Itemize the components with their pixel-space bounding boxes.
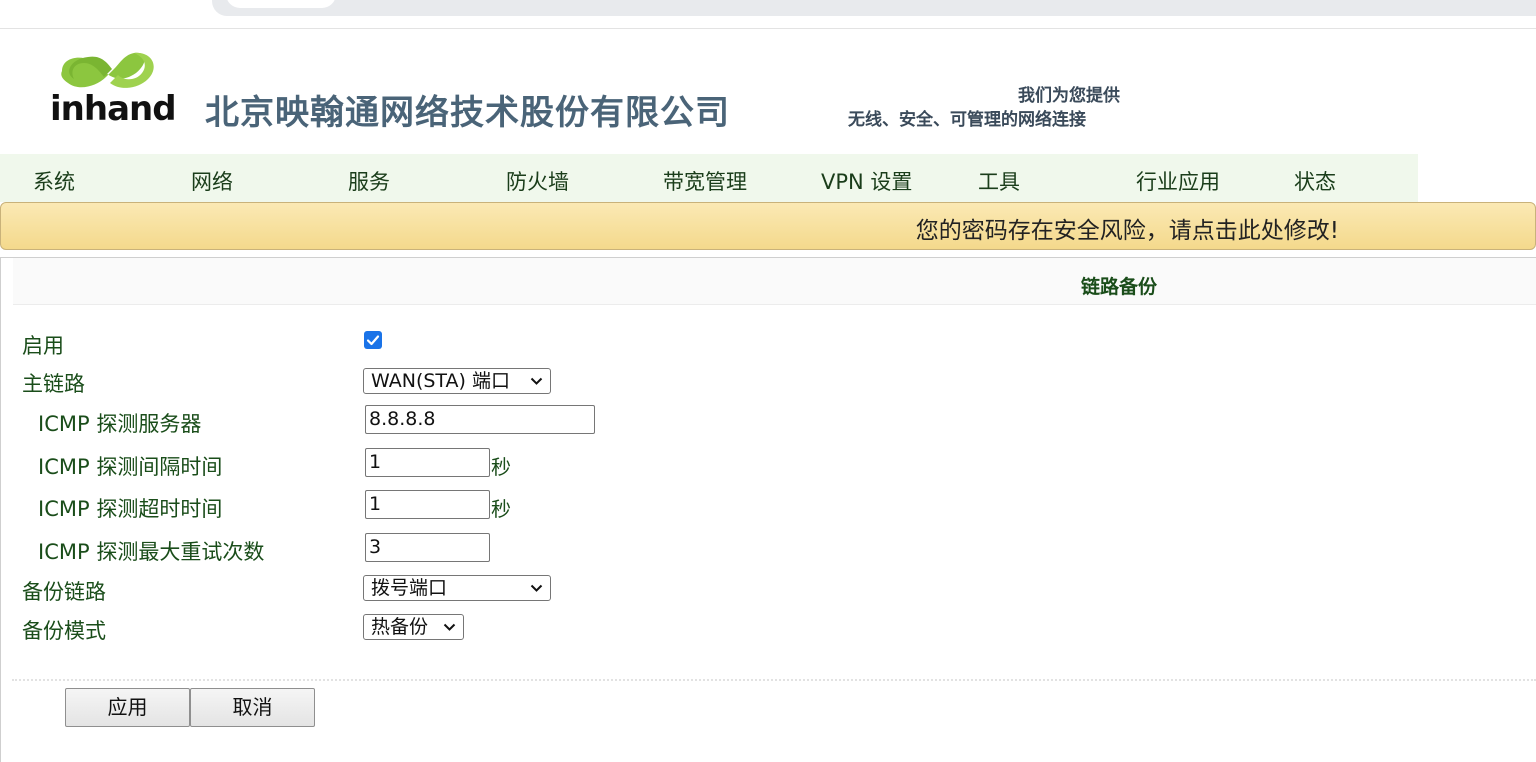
content-panel: 链路备份 <box>0 257 1536 762</box>
apply-button[interactable]: 应用 <box>65 688 190 727</box>
nav-item-vpn[interactable]: VPN 设置 <box>821 166 912 196</box>
nav-item-system[interactable]: 系统 <box>33 166 75 196</box>
icmp-retries-label: ICMP 探测最大重试次数 <box>38 540 265 564</box>
password-warning-banner: 您的密码存在安全风险，请点击此处修改! <box>0 202 1536 250</box>
icmp-interval-input[interactable]: 1 <box>365 448 490 477</box>
chevron-down-icon <box>530 584 543 592</box>
browser-omnibox[interactable] <box>212 0 1536 16</box>
browser-tab[interactable] <box>226 0 336 8</box>
nav-item-firewall[interactable]: 防火墙 <box>506 166 569 196</box>
nav-item-services[interactable]: 服务 <box>348 166 390 196</box>
primary-link-value: WAN(STA) 端口 <box>371 370 511 392</box>
nav-item-status[interactable]: 状态 <box>1294 166 1336 196</box>
nav-item-industry-apps[interactable]: 行业应用 <box>1136 166 1220 196</box>
slogan-line-2: 无线、安全、可管理的网络连接 <box>848 110 1086 130</box>
primary-link-label: 主链路 <box>22 372 85 396</box>
page-title: 链路备份 <box>1081 276 1158 298</box>
icmp-server-label: ICMP 探测服务器 <box>38 412 202 436</box>
nav-item-network[interactable]: 网络 <box>191 166 233 196</box>
icmp-timeout-input[interactable]: 1 <box>365 490 490 519</box>
logo-wordmark: inhand <box>50 89 177 129</box>
icmp-retries-input[interactable]: 3 <box>365 533 490 562</box>
page-header: inhand 北京映翰通网络技术股份有限公司 我们为您提供 无线、安全、可管理的… <box>0 29 1536 153</box>
enable-checkbox[interactable] <box>364 331 382 349</box>
icmp-timeout-unit: 秒 <box>491 497 511 521</box>
nav-item-tools[interactable]: 工具 <box>978 166 1020 196</box>
primary-link-select[interactable]: WAN(STA) 端口 <box>363 368 551 394</box>
main-nav: 系统 网络 服务 防火墙 带宽管理 VPN 设置 工具 行业应用 状态 <box>0 154 1418 202</box>
checkmark-icon <box>366 335 380 346</box>
icmp-interval-label: ICMP 探测间隔时间 <box>38 455 223 479</box>
icmp-server-input[interactable]: 8.8.8.8 <box>365 405 595 434</box>
chevron-down-icon <box>443 623 456 631</box>
backup-mode-label: 备份模式 <box>22 619 106 643</box>
slogan-line-1: 我们为您提供 <box>1018 86 1120 106</box>
backup-link-select[interactable]: 拨号端口 <box>363 575 551 601</box>
panel-title-bar: 链路备份 <box>13 258 1536 305</box>
chevron-down-icon <box>530 377 543 385</box>
backup-link-label: 备份链路 <box>22 580 106 604</box>
icmp-interval-unit: 秒 <box>491 455 511 479</box>
form-divider <box>12 679 1536 681</box>
cancel-button[interactable]: 取消 <box>190 688 315 727</box>
enable-label: 启用 <box>22 334 64 358</box>
icmp-timeout-label: ICMP 探测超时时间 <box>38 497 223 521</box>
company-name: 北京映翰通网络技术股份有限公司 <box>205 93 730 133</box>
password-warning-link[interactable]: 您的密码存在安全风险，请点击此处修改! <box>916 211 1339 245</box>
nav-item-bandwidth[interactable]: 带宽管理 <box>663 166 747 196</box>
backup-link-value: 拨号端口 <box>371 577 448 599</box>
backup-mode-select[interactable]: 热备份 <box>363 614 464 640</box>
backup-mode-value: 热备份 <box>371 616 429 638</box>
browser-address-bar <box>0 0 1536 29</box>
